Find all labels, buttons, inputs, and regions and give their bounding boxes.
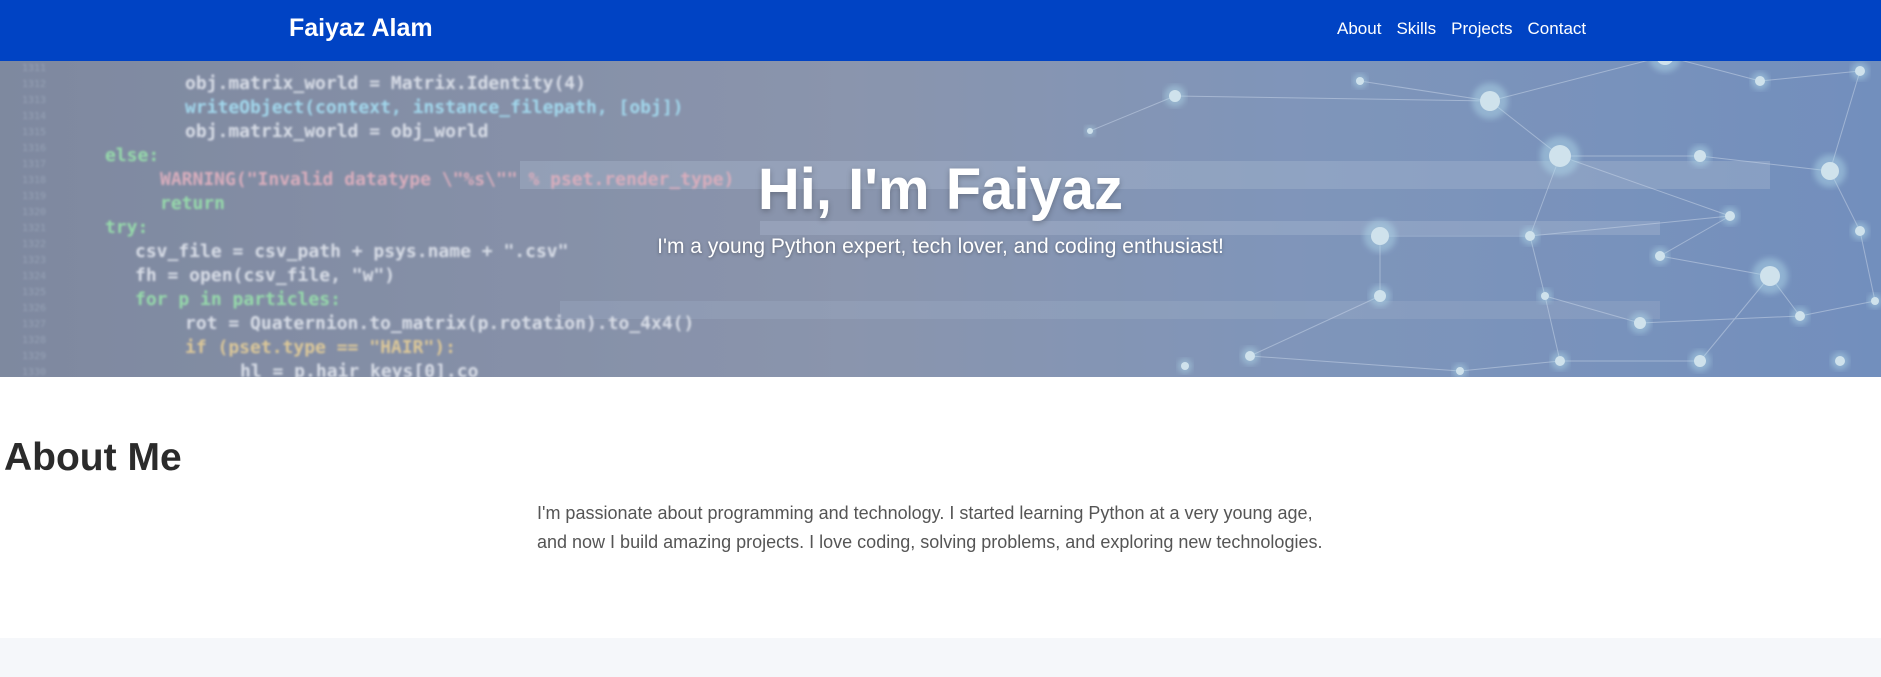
about-text: I'm passionate about programming and tec… [537,503,1323,552]
brand-logo[interactable]: Faiyaz Alam [289,14,433,43]
nav-link-about[interactable]: About [1337,19,1381,39]
nav-links: About Skills Projects Contact [1337,19,1586,39]
hero-section: obj.matrix_world = Matrix.Identity(4) wri… [0,61,1881,377]
footer-strip [0,638,1881,677]
about-heading: About Me [4,436,182,479]
hero-subtitle: I'm a young Python expert, tech lover, a… [657,235,1224,258]
nav-link-projects[interactable]: Projects [1451,19,1512,39]
nav-link-skills[interactable]: Skills [1396,19,1436,39]
navbar: Faiyaz Alam About Skills Projects Contac… [0,0,1881,61]
nav-link-contact[interactable]: Contact [1528,19,1587,39]
about-section: About Me I'm passionate about programmin… [0,377,1881,638]
hero-title: Hi, I'm Faiyaz [757,157,1124,222]
